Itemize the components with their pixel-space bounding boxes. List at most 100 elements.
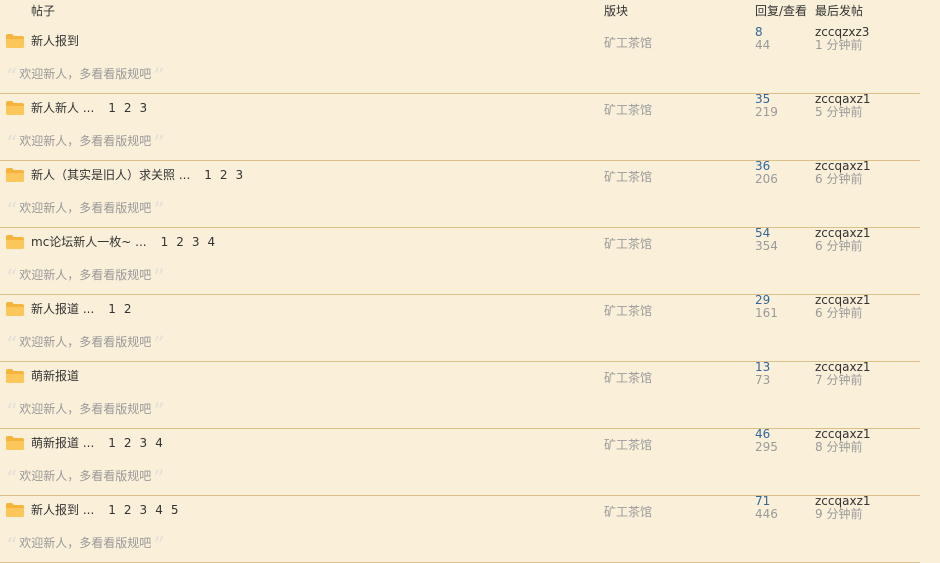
thread-forum-link[interactable]: 矿工茶馆 [604, 34, 652, 51]
quote-close-icon: ” [153, 65, 165, 90]
thread-quote: “欢迎新人，多看看版规吧” [6, 334, 165, 357]
page-link[interactable]: 3 [236, 168, 244, 182]
last-post-time[interactable]: 6 分钟前 [815, 240, 862, 253]
page-link[interactable]: 1 [161, 235, 169, 249]
thread-quote: “欢迎新人，多看看版规吧” [6, 535, 165, 558]
quote-text: 欢迎新人，多看看版规吧 [19, 402, 152, 416]
thread-subject: 新人（其实是旧人）求关照 ... 1 2 3 [31, 168, 243, 182]
thread-forum-link[interactable]: 矿工茶馆 [604, 101, 652, 118]
last-post-time[interactable]: 6 分钟前 [815, 307, 862, 320]
last-post-time[interactable]: 6 分钟前 [815, 173, 862, 186]
quote-open-icon: “ [6, 467, 18, 492]
thread-quote: “欢迎新人，多看看版规吧” [6, 66, 165, 89]
thread-views: 206 [755, 172, 778, 186]
thread-row: 新人（其实是旧人）求关照 ... 1 2 3 矿工茶馆 36 206 zccqaxz1… [0, 160, 920, 228]
page-link[interactable]: 4 [155, 436, 163, 450]
thread-row: mc论坛新人一枚~ ... 1 2 3 4 矿工茶馆 54 354 zccqaxz1 6… [0, 227, 920, 295]
thread-views: 295 [755, 440, 778, 454]
quote-open-icon: “ [6, 266, 18, 291]
thread-pages: 12 [100, 302, 131, 316]
thread-subject: 新人报到 [31, 34, 79, 48]
page-link[interactable]: 4 [155, 503, 163, 517]
page-link[interactable]: 1 [108, 503, 116, 517]
quote-open-icon: “ [6, 534, 18, 559]
header-title: 帖子 [31, 4, 56, 18]
page-link[interactable]: 5 [171, 503, 179, 517]
quote-text: 欢迎新人，多看看版规吧 [19, 536, 152, 550]
thread-row: 萌新报道 矿工茶馆 13 73 zccqaxz1 7 分钟前 “欢迎新人，多看看… [0, 361, 920, 429]
page-link[interactable]: 3 [140, 503, 148, 517]
page-link[interactable]: 4 [208, 235, 216, 249]
thread-views: 73 [755, 373, 771, 387]
thread-subject: 萌新报道 [31, 369, 79, 383]
quote-open-icon: “ [6, 132, 18, 157]
page-link[interactable]: 2 [124, 302, 132, 316]
quote-close-icon: ” [153, 400, 165, 425]
quote-open-icon: “ [6, 333, 18, 358]
page-link[interactable]: 3 [140, 101, 148, 115]
last-post-time[interactable]: 8 分钟前 [815, 441, 862, 454]
thread-title-link[interactable]: mc论坛新人一枚~ ... [31, 235, 147, 249]
thread-views: 161 [755, 306, 778, 320]
header-stats: 回复/查看 [755, 4, 808, 18]
thread-subject: 新人报道 ... 1 2 [31, 302, 132, 316]
thread-pages: 1234 [153, 235, 216, 249]
thread-title-link[interactable]: 新人新人 ... [31, 101, 94, 115]
thread-pages: 1234 [100, 436, 163, 450]
quote-text: 欢迎新人，多看看版规吧 [19, 67, 152, 81]
quote-open-icon: “ [6, 199, 18, 224]
page-link[interactable]: 2 [124, 436, 132, 450]
quote-text: 欢迎新人，多看看版规吧 [19, 201, 152, 215]
thread-pages: 12345 [100, 503, 178, 517]
last-post-time[interactable]: 5 分钟前 [815, 106, 862, 119]
thread-forum-link[interactable]: 矿工茶馆 [604, 168, 652, 185]
thread-forum-link[interactable]: 矿工茶馆 [604, 302, 652, 319]
page-link[interactable]: 1 [108, 302, 116, 316]
thread-row: 新人报到 ... 1 2 3 4 5 矿工茶馆 71 446 zccqaxz1 9 分钟前… [0, 495, 920, 563]
thread-forum-link[interactable]: 矿工茶馆 [604, 436, 652, 453]
thread-forum-link[interactable]: 矿工茶馆 [604, 503, 652, 520]
thread-views: 354 [755, 239, 778, 253]
thread-title-link[interactable]: 新人报道 ... [31, 302, 94, 316]
thread-forum-link[interactable]: 矿工茶馆 [604, 369, 652, 386]
page-link[interactable]: 2 [220, 168, 228, 182]
quote-close-icon: ” [153, 534, 165, 559]
thread-views: 219 [755, 105, 778, 119]
thread-subject: 新人新人 ... 1 2 3 [31, 101, 147, 115]
last-post-time[interactable]: 7 分钟前 [815, 374, 862, 387]
thread-row: 新人报到 矿工茶馆 8 44 zccqzxz3 1 分钟前 “欢迎新人，多看看版… [0, 26, 920, 94]
last-post-time[interactable]: 1 分钟前 [815, 39, 862, 52]
thread-views: 44 [755, 38, 771, 52]
page-link[interactable]: 1 [204, 168, 212, 182]
quote-open-icon: “ [6, 400, 18, 425]
header-last-post: 最后发帖 [815, 4, 864, 18]
page-link[interactable]: 1 [108, 101, 116, 115]
thread-subject: 新人报到 ... 1 2 3 4 5 [31, 503, 178, 517]
thread-pages: 123 [196, 168, 243, 182]
last-post-time[interactable]: 9 分钟前 [815, 508, 862, 521]
page-link[interactable]: 2 [124, 101, 132, 115]
thread-quote: “欢迎新人，多看看版规吧” [6, 200, 165, 223]
quote-text: 欢迎新人，多看看版规吧 [19, 134, 152, 148]
thread-title-link[interactable]: 萌新报道 ... [31, 436, 94, 450]
thread-row: 萌新报道 ... 1 2 3 4 矿工茶馆 46 295 zccqaxz1 8 分钟前 … [0, 428, 920, 496]
thread-row: 新人报道 ... 1 2 矿工茶馆 29 161 zccqaxz1 6 分钟前 “欢… [0, 294, 920, 362]
thread-title-link[interactable]: 新人（其实是旧人）求关照 ... [31, 168, 190, 182]
page-link[interactable]: 2 [176, 235, 184, 249]
quote-text: 欢迎新人，多看看版规吧 [19, 335, 152, 349]
thread-title-link[interactable]: 新人报到 ... [31, 503, 94, 517]
thread-list-header: 帖子 版块 回复/查看 最后发帖 [0, 0, 940, 22]
quote-close-icon: ” [153, 467, 165, 492]
page-link[interactable]: 1 [108, 436, 116, 450]
thread-forum-link[interactable]: 矿工茶馆 [604, 235, 652, 252]
thread-title-link[interactable]: 新人报到 [31, 34, 79, 48]
page-link[interactable]: 3 [192, 235, 200, 249]
thread-subject: 萌新报道 ... 1 2 3 4 [31, 436, 163, 450]
header-forum: 版块 [604, 4, 629, 18]
thread-quote: “欢迎新人，多看看版规吧” [6, 267, 165, 290]
quote-open-icon: “ [6, 65, 18, 90]
thread-title-link[interactable]: 萌新报道 [31, 369, 79, 383]
page-link[interactable]: 3 [140, 436, 148, 450]
thread-views: 446 [755, 507, 778, 521]
page-link[interactable]: 2 [124, 503, 132, 517]
